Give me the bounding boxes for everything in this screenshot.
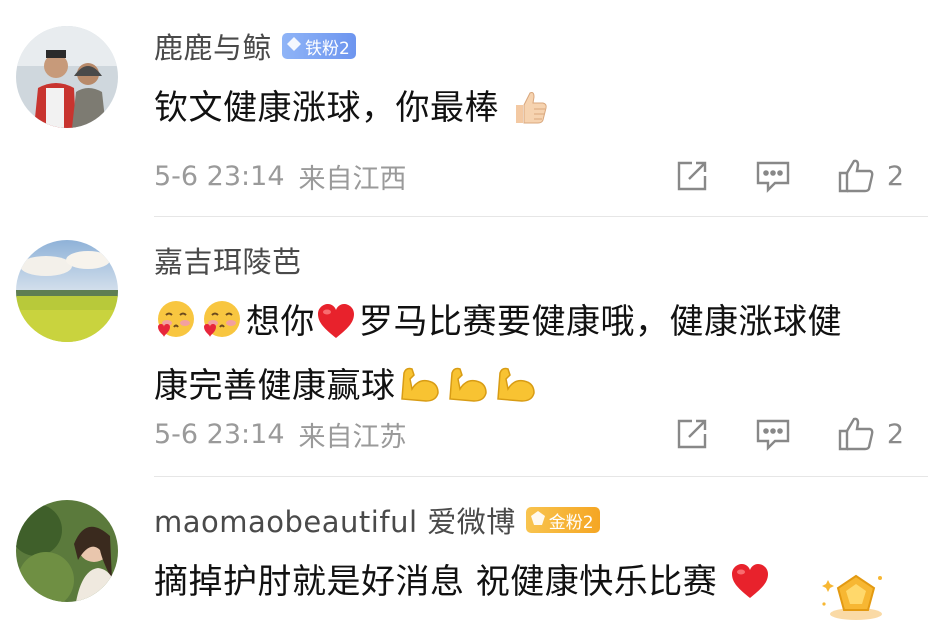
- kiss-heart-emoji-icon: [200, 297, 244, 358]
- like-icon: [837, 416, 875, 452]
- red-heart-icon: [729, 561, 771, 618]
- comment-text: 钦文健康涨球，你最棒: [154, 80, 904, 144]
- fan-badge[interactable]: 金粉2: [525, 507, 600, 533]
- gold-gem-icon: [530, 510, 546, 531]
- avatar[interactable]: [16, 240, 118, 342]
- username[interactable]: 鹿鹿与鲸: [154, 25, 272, 67]
- comment-text-body: 摘掉护肘就是好消息 祝健康快乐比赛: [154, 562, 718, 602]
- divider: [154, 216, 928, 217]
- divider: [154, 476, 928, 477]
- like-count: 2: [886, 418, 904, 450]
- avatar[interactable]: [16, 26, 118, 128]
- timestamp: 5-6 23:14: [154, 418, 285, 450]
- thumbs-up-emoji-icon: [510, 87, 550, 144]
- fan-badge[interactable]: 铁粉2: [282, 33, 356, 59]
- comment-text-body: 钦文健康涨球，你最棒: [154, 88, 499, 128]
- badge-label: 金粉2: [548, 512, 594, 533]
- comment-icon[interactable]: [755, 417, 791, 451]
- like-icon: [837, 158, 875, 194]
- location: 来自江西: [298, 163, 407, 195]
- like-count: 2: [886, 160, 904, 192]
- red-heart-icon: [315, 301, 357, 358]
- avatar[interactable]: [16, 500, 118, 602]
- timestamp: 5-6 23:14: [154, 160, 285, 192]
- comment-text-part: 罗马比赛要健康哦，健康涨球健: [359, 302, 842, 342]
- badge-label: 铁粉2: [305, 38, 350, 59]
- share-icon[interactable]: [675, 159, 709, 193]
- username[interactable]: 嘉吉珥陵芭: [154, 239, 302, 281]
- comment-text-part: 康完善健康赢球: [154, 366, 396, 406]
- comment-icon[interactable]: [755, 159, 791, 193]
- kiss-heart-emoji-icon: [154, 297, 198, 358]
- share-icon[interactable]: [675, 417, 709, 451]
- comment-text: 摘掉护肘就是好消息 祝健康快乐比赛: [146, 554, 904, 618]
- comment-text: 想你 罗马比赛要健康哦，健康涨球健 康完善健康赢球: [154, 294, 904, 422]
- username[interactable]: maomaobeautiful 爱微博: [154, 499, 516, 541]
- like-button[interactable]: 2: [837, 158, 904, 194]
- location: 来自江苏: [298, 421, 407, 453]
- comment-text-part: 想你: [246, 302, 315, 342]
- gold-badge-medal-icon: [818, 570, 888, 628]
- like-button[interactable]: 2: [837, 416, 904, 452]
- diamond-icon: [286, 36, 302, 57]
